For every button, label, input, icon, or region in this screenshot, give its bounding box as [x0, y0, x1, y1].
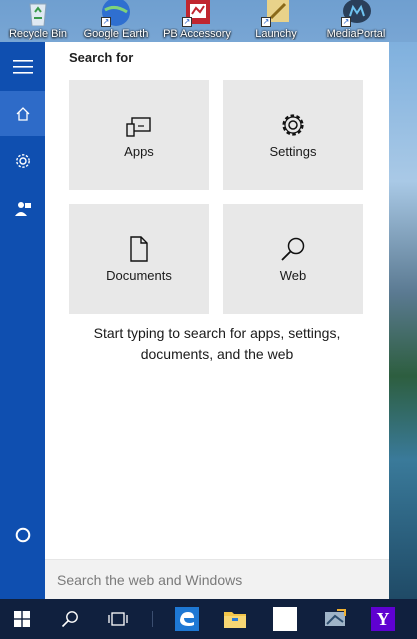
- recycle-bin-icon: [21, 0, 55, 27]
- taskbar-edge[interactable]: [166, 599, 208, 639]
- taskbar-divider: [152, 611, 153, 627]
- search-icon: [61, 611, 78, 628]
- tile-apps[interactable]: Apps: [69, 80, 209, 190]
- mediaportal-icon: ↗: [339, 0, 373, 27]
- search-input[interactable]: [45, 560, 389, 599]
- settings-rail-button[interactable]: [0, 138, 45, 183]
- edge-icon: [175, 607, 199, 631]
- desktop-icon-launchy[interactable]: ↗ Launchy: [240, 0, 312, 42]
- search-hint-line: Start typing to search for apps, setting…: [93, 325, 341, 341]
- taskbar-file-explorer[interactable]: [214, 599, 256, 639]
- pb-accessory-icon: ↗: [180, 0, 214, 27]
- desktop-icon-recycle-bin[interactable]: Recycle Bin: [2, 0, 74, 42]
- search-icon: [281, 237, 305, 261]
- desktop-icon-mediaportal[interactable]: ↗ MediaPortal: [320, 0, 392, 42]
- desktop-wallpaper: [389, 42, 417, 599]
- launchy-icon: ↗: [259, 0, 293, 27]
- tile-label: Apps: [124, 143, 154, 159]
- yahoo-icon: Y: [371, 607, 395, 631]
- taskbar-app[interactable]: [314, 599, 356, 639]
- tile-documents[interactable]: Documents: [69, 204, 209, 314]
- folder-icon: [224, 612, 246, 628]
- shortcut-arrow-icon: ↗: [261, 17, 271, 27]
- hamburger-icon: [12, 59, 33, 74]
- desktop-icon-pb-accessory[interactable]: ↗ PB Accessory: [161, 0, 233, 42]
- cortana-button[interactable]: [0, 512, 45, 557]
- menu-button[interactable]: [0, 44, 45, 89]
- feedback-button[interactable]: [0, 186, 45, 231]
- desktop-icon-strip: Recycle Bin ↗ Google Earth ↗ PB Accessor…: [0, 0, 417, 42]
- shortcut-arrow-icon: ↗: [182, 17, 192, 27]
- search-hint: Start typing to search for apps, setting…: [65, 323, 369, 365]
- tile-label: Settings: [269, 143, 317, 159]
- desktop-icon-label: Launchy: [255, 28, 297, 40]
- tile-label: Web: [279, 267, 307, 283]
- desktop-icon-google-earth[interactable]: ↗ Google Earth: [80, 0, 152, 42]
- gear-icon: [15, 153, 30, 168]
- document-icon: [130, 235, 148, 262]
- search-pane: Search for Apps Settings Documents Web S…: [45, 42, 389, 599]
- search-hint-line: documents, and the web: [140, 346, 294, 362]
- desktop-icon-label: MediaPortal: [326, 28, 386, 40]
- taskbar-blank-app[interactable]: [264, 599, 306, 639]
- taskbar-yahoo[interactable]: Y: [362, 599, 404, 639]
- start-button[interactable]: [0, 599, 44, 639]
- search-for-heading: Search for: [69, 50, 134, 65]
- start-rail: [0, 42, 45, 599]
- desktop-icon-label: PB Accessory: [163, 28, 231, 40]
- circle-icon: [15, 527, 30, 542]
- home-icon: [16, 106, 29, 121]
- gear-icon: [282, 113, 304, 136]
- taskbar: Y: [0, 599, 417, 639]
- shortcut-arrow-icon: ↗: [341, 17, 351, 27]
- home-button[interactable]: [0, 91, 45, 136]
- desktop-icon-label: Google Earth: [83, 28, 149, 40]
- search-box: [45, 559, 389, 599]
- shortcut-arrow-icon: ↗: [101, 17, 111, 27]
- app-icon: [325, 609, 346, 626]
- tile-web[interactable]: Web: [223, 204, 363, 314]
- apps-icon: [126, 116, 151, 137]
- taskbar-search-button[interactable]: [48, 599, 92, 639]
- windows-logo-icon: [14, 611, 30, 627]
- tile-label: Documents: [106, 267, 172, 283]
- google-earth-icon: ↗: [99, 0, 133, 27]
- tile-settings[interactable]: Settings: [223, 80, 363, 190]
- desktop-icon-label: Recycle Bin: [8, 28, 68, 40]
- blank-window-icon: [273, 607, 297, 631]
- task-view-button[interactable]: [96, 599, 140, 639]
- feedback-icon: [14, 201, 31, 216]
- task-view-icon: [108, 612, 128, 626]
